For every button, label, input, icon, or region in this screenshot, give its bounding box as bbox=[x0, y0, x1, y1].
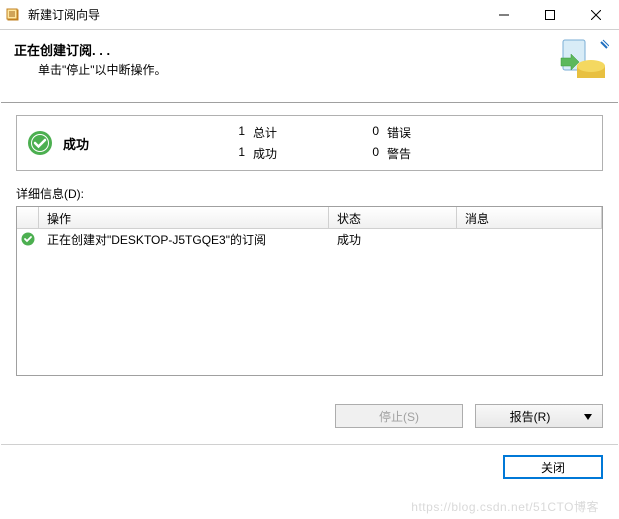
grid-header: 操作 状态 消息 bbox=[17, 207, 602, 229]
chevron-down-icon bbox=[584, 409, 592, 423]
grid-header-status[interactable]: 状态 bbox=[329, 207, 457, 228]
page-title: 正在创建订阅. . . bbox=[14, 40, 605, 59]
stop-button: 停止(S) bbox=[335, 404, 463, 428]
grid-header-action[interactable]: 操作 bbox=[39, 207, 329, 228]
status-stats: 1 总计 1 成功 0 错误 0 警告 bbox=[233, 124, 592, 162]
error-count: 0 bbox=[367, 124, 379, 141]
minimize-button[interactable] bbox=[481, 0, 527, 29]
details-label: 详细信息(D): bbox=[16, 185, 603, 202]
row-status-icon bbox=[17, 232, 39, 246]
window-title: 新建订阅向导 bbox=[28, 6, 481, 23]
titlebar: 新建订阅向导 bbox=[0, 0, 619, 30]
wizard-graphic-icon bbox=[557, 36, 609, 88]
details-grid: 操作 状态 消息 正在创建对"DESKTOP-J5TGQE3"的订阅 成功 bbox=[16, 206, 603, 376]
error-label: 错误 bbox=[387, 124, 411, 141]
report-button-label: 报告(R) bbox=[510, 408, 551, 425]
maximize-button[interactable] bbox=[527, 0, 573, 29]
report-button[interactable]: 报告(R) bbox=[475, 404, 603, 428]
warning-count: 0 bbox=[367, 145, 379, 162]
status-label: 成功 bbox=[63, 134, 233, 153]
content-area: 成功 1总计 1成功 0错误 0警告 详细信息(D): 操作 状态 消息 bbox=[0, 103, 619, 388]
close-window-button[interactable] bbox=[573, 0, 619, 29]
row-status: 成功 bbox=[329, 229, 457, 250]
wizard-header: 正在创建订阅. . . 单击"停止"以中断操作。 bbox=[0, 30, 619, 102]
warning-label: 警告 bbox=[387, 145, 411, 162]
row-message bbox=[457, 237, 602, 241]
success-label: 成功 bbox=[253, 145, 277, 162]
window-controls bbox=[481, 0, 619, 29]
page-subtitle: 单击"停止"以中断操作。 bbox=[14, 61, 605, 78]
watermark-text: https://blog.csdn.net/51CTO博客 bbox=[411, 498, 599, 515]
table-row[interactable]: 正在创建对"DESKTOP-J5TGQE3"的订阅 成功 bbox=[17, 229, 602, 249]
grid-body: 正在创建对"DESKTOP-J5TGQE3"的订阅 成功 bbox=[17, 229, 602, 249]
grid-header-icon-col bbox=[17, 207, 39, 228]
status-summary: 成功 1总计 1成功 0错误 0警告 bbox=[16, 115, 603, 171]
success-count: 1 bbox=[233, 145, 245, 162]
action-buttons: 停止(S) 报告(R) bbox=[0, 388, 619, 444]
success-icon bbox=[27, 130, 53, 156]
bottom-buttons: 关闭 bbox=[0, 445, 619, 479]
row-action: 正在创建对"DESKTOP-J5TGQE3"的订阅 bbox=[39, 229, 329, 250]
total-label: 总计 bbox=[253, 124, 277, 141]
grid-header-message[interactable]: 消息 bbox=[457, 207, 602, 228]
app-icon bbox=[0, 7, 28, 23]
total-count: 1 bbox=[233, 124, 245, 141]
close-button[interactable]: 关闭 bbox=[503, 455, 603, 479]
